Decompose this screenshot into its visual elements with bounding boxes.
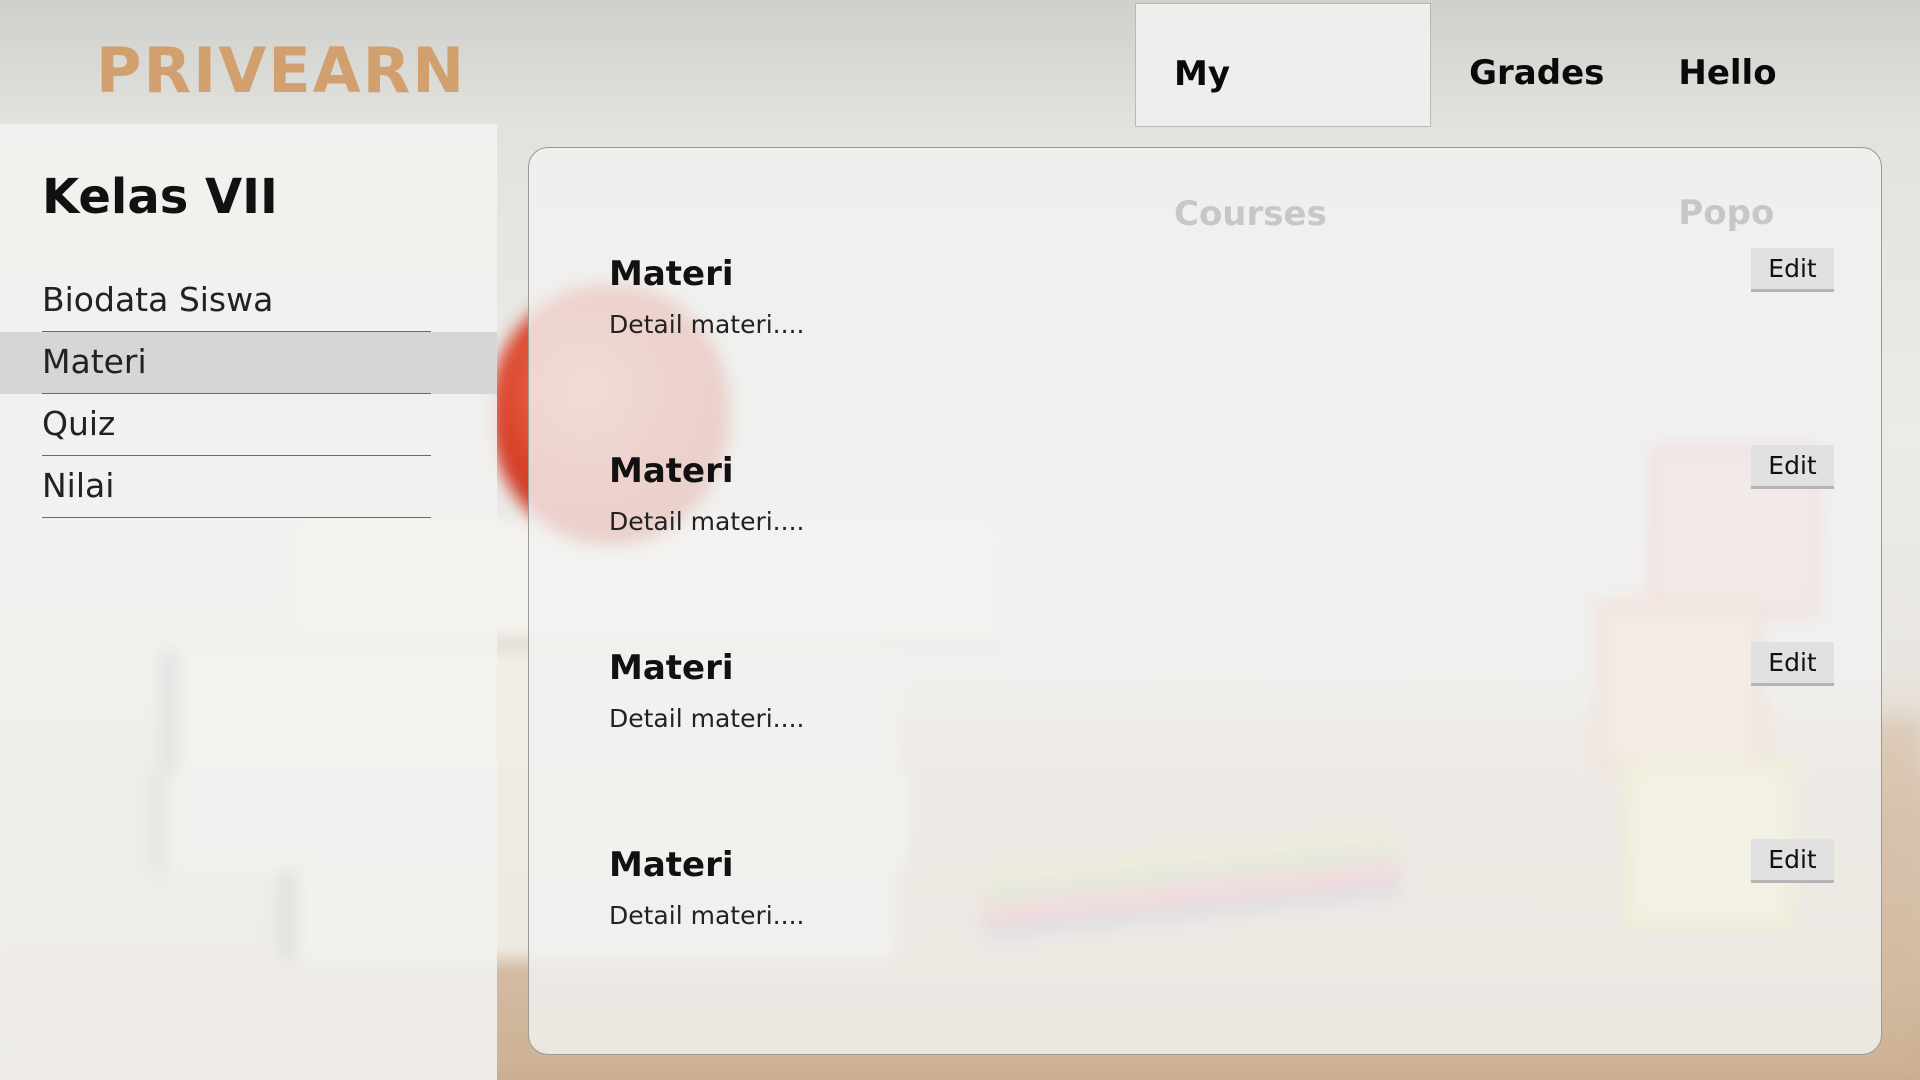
- material-detail: Detail materi....: [609, 310, 805, 339]
- edit-button[interactable]: Edit: [1751, 839, 1834, 883]
- edit-button[interactable]: Edit: [1751, 248, 1834, 292]
- material-detail: Detail materi....: [609, 507, 805, 536]
- nav-my-courses[interactable]: My Courses: [1135, 3, 1432, 234]
- edit-button[interactable]: Edit: [1751, 445, 1834, 489]
- sidebar-menu: Biodata Siswa Materi Quiz Nilai: [0, 270, 497, 518]
- sidebar-item-quiz[interactable]: Quiz: [0, 394, 497, 456]
- sidebar-item-label: Biodata Siswa: [42, 280, 274, 319]
- material-item: Materi Detail materi.... Edit: [609, 642, 1834, 758]
- material-title: Materi: [609, 845, 734, 885]
- material-item: Materi Detail materi.... Edit: [609, 445, 1834, 561]
- material-title: Materi: [609, 451, 734, 491]
- material-detail: Detail materi....: [609, 704, 805, 733]
- sidebar-item-label: Quiz: [42, 404, 116, 443]
- brand-logo[interactable]: PRIVEARN: [96, 34, 466, 107]
- material-title: Materi: [609, 648, 734, 688]
- sidebar-item-label: Nilai: [42, 466, 115, 505]
- material-item: Materi Detail materi.... Edit: [609, 248, 1834, 364]
- materials-panel: Materi Detail materi.... Edit Materi Det…: [528, 147, 1882, 1055]
- page: PRIVEARN My Courses Grades Hello Popo Ke…: [0, 0, 1920, 1080]
- nav-user-greeting[interactable]: Hello Popo: [1642, 3, 1920, 233]
- top-nav: My Courses Grades Hello Popo: [1135, 3, 1920, 234]
- edit-button[interactable]: Edit: [1751, 642, 1834, 686]
- material-item: Materi Detail materi.... Edit: [609, 839, 1834, 955]
- divider: [42, 517, 431, 518]
- sidebar-title: Kelas VII: [42, 169, 278, 225]
- sidebar-item-biodata-siswa[interactable]: Biodata Siswa: [0, 270, 497, 332]
- sidebar-item-label: Materi: [42, 342, 147, 381]
- sidebar-item-nilai[interactable]: Nilai: [0, 456, 497, 518]
- material-title: Materi: [609, 254, 734, 294]
- sidebar-item-materi[interactable]: Materi: [0, 332, 497, 394]
- material-detail: Detail materi....: [609, 901, 805, 930]
- nav-grades[interactable]: Grades: [1431, 3, 1642, 127]
- sidebar: Kelas VII Biodata Siswa Materi Quiz Nila…: [0, 124, 497, 1080]
